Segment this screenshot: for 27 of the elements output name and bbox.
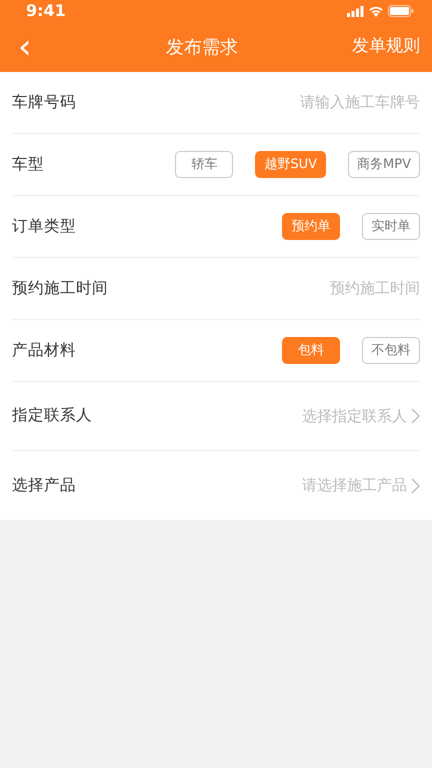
select-field[interactable]: 请选择施工产品 [302,474,420,497]
rules-link[interactable]: 发单规则 [352,34,420,60]
field-label: 指定联系人 [12,405,92,426]
option-button[interactable]: 轿车 [175,151,234,178]
field-label: 车牌号码 [12,92,76,113]
select-field[interactable]: 选择指定联系人 [302,404,420,428]
field-label: 订单类型 [12,216,76,237]
field-label: 产品材料 [12,340,76,361]
back-button[interactable]: ‹ [12,30,52,64]
option-button[interactable]: 不包料 [362,337,420,364]
input-field[interactable]: 请输入施工车牌号 [220,91,420,114]
signal-icon [347,6,364,16]
input-field[interactable]: 预约施工时间 [220,277,420,300]
battery-icon [388,5,414,17]
status-time: 9:41 [26,0,66,22]
page-title: 发布需求 [166,36,238,60]
field-label: 预约施工时间 [12,278,108,299]
field-label: 选择产品 [12,474,76,496]
option-button[interactable]: 商务MPV [348,151,420,178]
chevron-icon [411,408,420,424]
wifi-icon [368,5,384,17]
option-button[interactable]: 预约单 [282,213,340,240]
option-button[interactable]: 包料 [282,337,340,364]
option-button[interactable]: 越野SUV [255,151,326,178]
option-button[interactable]: 实时单 [362,213,420,240]
chevron-icon [411,478,420,494]
field-label: 车型 [12,154,44,175]
